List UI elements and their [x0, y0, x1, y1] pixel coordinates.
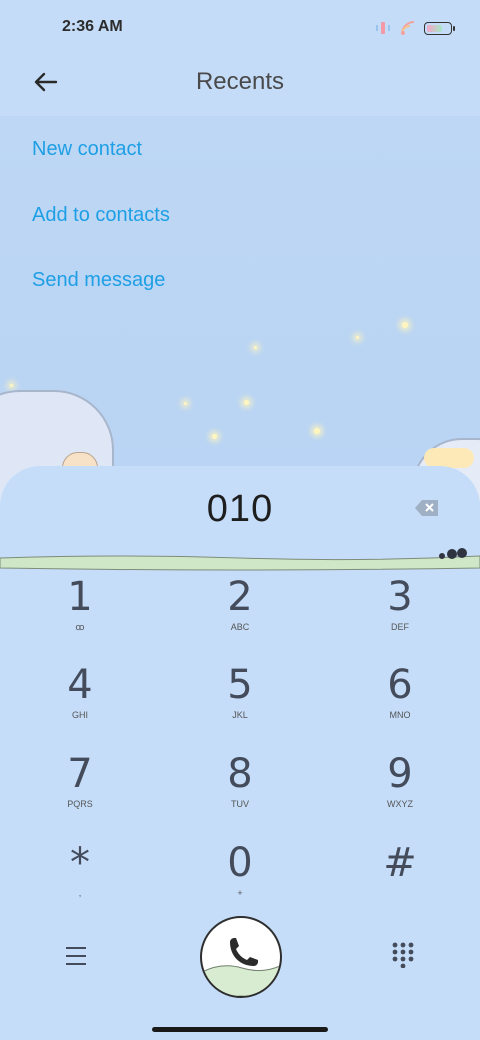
dialpad-key-star[interactable]: * ,	[20, 840, 140, 920]
dialpad-key-2[interactable]: 2 ABC	[180, 574, 300, 654]
dialpad-key-1[interactable]: 1 ꝏ	[20, 574, 140, 654]
add-to-contacts-button[interactable]: Add to contacts	[32, 204, 170, 227]
dialpad-key-8[interactable]: 8 TUV	[180, 751, 300, 831]
key-digit: 7	[67, 751, 93, 797]
status-bar: 2:36 AM	[0, 0, 480, 56]
key-letters: TUV	[231, 799, 249, 809]
phone-icon	[202, 938, 280, 996]
dialpad-key-3[interactable]: 3 DEF	[340, 574, 460, 654]
menu-icon[interactable]	[64, 944, 88, 968]
app-header: Recents	[0, 56, 480, 116]
wifi-icon	[401, 21, 415, 35]
key-letters: PQRS	[67, 799, 93, 809]
key-letters: GHI	[71, 710, 88, 720]
dialpad-key-hash[interactable]: #	[340, 840, 460, 920]
call-button[interactable]	[200, 916, 282, 998]
dialpad-key-7[interactable]: 7 PQRS	[20, 751, 140, 831]
key-digit: 0	[227, 840, 253, 886]
new-contact-button[interactable]: New contact	[32, 138, 142, 161]
dialpad-toggle-icon[interactable]	[392, 942, 414, 968]
key-letters: ABC	[230, 622, 250, 632]
voicemail-icon: ꝏ	[75, 622, 85, 632]
key-letters: +	[237, 888, 243, 898]
key-letters: DEF	[391, 622, 409, 632]
dialpad-key-0[interactable]: 0 +	[180, 840, 300, 920]
send-message-button[interactable]: Send message	[32, 269, 165, 292]
grass-decoration	[0, 548, 480, 571]
key-digit: #	[383, 840, 417, 886]
dialpad-key-6[interactable]: 6 MNO	[340, 662, 460, 742]
status-time: 2:36 AM	[62, 18, 123, 35]
key-digit: 4	[67, 662, 93, 708]
key-digit: *	[70, 840, 90, 886]
key-letters: WXYZ	[387, 799, 413, 809]
page-title: Recents	[195, 68, 285, 95]
vibrate-icon	[376, 22, 390, 34]
key-digit: 8	[227, 751, 253, 797]
backspace-icon[interactable]	[414, 498, 440, 518]
key-digit: 1	[67, 574, 93, 620]
key-letters: JKL	[232, 710, 248, 720]
key-digit: 5	[227, 662, 253, 708]
key-letters: MNO	[389, 710, 411, 720]
dialpad-key-4[interactable]: 4 GHI	[20, 662, 140, 742]
key-digit: 9	[387, 751, 413, 797]
dialer-screen: 2:36 AM Recents New contact Add to conta…	[0, 0, 480, 1040]
home-indicator[interactable]	[152, 1027, 328, 1032]
key-digit: 3	[387, 574, 413, 620]
dialpad-key-9[interactable]: 9 WXYZ	[340, 751, 460, 831]
dialed-number: 010	[206, 488, 274, 530]
key-digit: 6	[387, 662, 413, 708]
status-icons	[374, 18, 455, 38]
key-digit: 2	[227, 574, 253, 620]
battery-icon	[424, 21, 455, 35]
key-letters: ,	[78, 888, 82, 898]
cloud-decoration	[424, 448, 474, 468]
dialpad-key-5[interactable]: 5 JKL	[180, 662, 300, 742]
